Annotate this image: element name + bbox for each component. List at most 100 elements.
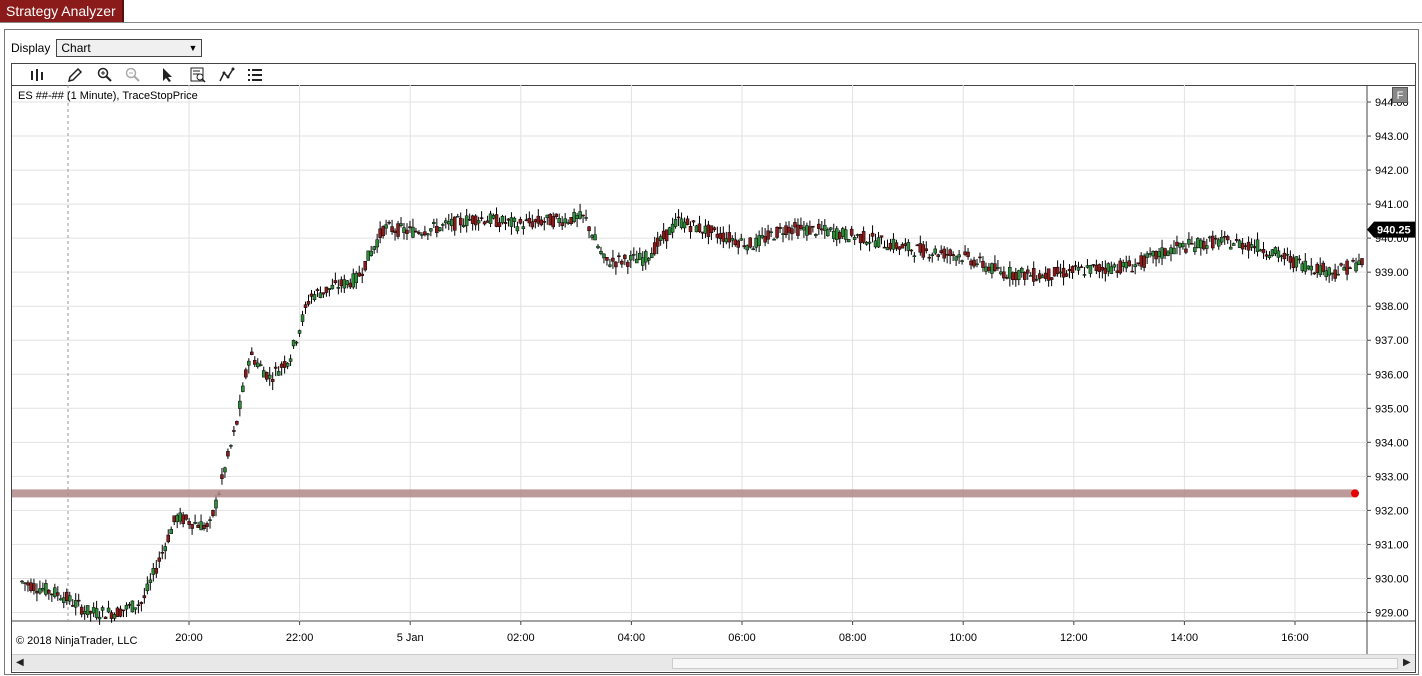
pencil-icon[interactable] [66, 66, 84, 83]
candle-body [1023, 272, 1027, 280]
candle-body [730, 238, 735, 241]
candle-body [724, 238, 729, 243]
candle-body [253, 360, 257, 365]
copyright-text: © 2018 NinjaTrader, LLC [16, 635, 138, 647]
candle-body [673, 219, 678, 227]
candle-body [479, 217, 484, 219]
candle-body [1100, 267, 1105, 271]
chart-title: ES ##-## (1 Minute), TraceStopPrice [18, 90, 198, 102]
candle-body [790, 228, 794, 235]
candle-body [121, 609, 126, 612]
candle-body [1061, 267, 1066, 278]
candle-body [1342, 267, 1346, 271]
candle-body [939, 250, 943, 253]
candle-body [745, 245, 749, 251]
candle-body [1276, 250, 1281, 258]
y-tick-label: 936.00 [1375, 369, 1409, 381]
candle-body [1115, 270, 1120, 273]
candle-body [232, 430, 236, 432]
y-tick-label: 942.00 [1375, 165, 1409, 177]
candle-body [455, 215, 460, 218]
data-box-icon[interactable] [189, 66, 207, 83]
zoom-in-icon[interactable] [96, 66, 114, 83]
candle-body [366, 250, 370, 261]
f-button[interactable]: F [1392, 87, 1408, 103]
candle-body [1011, 272, 1015, 280]
bar-chart-icon[interactable] [28, 66, 46, 83]
price-chart[interactable]: 944.00943.00942.00941.00940.00939.00938.… [12, 85, 1415, 654]
candle-body [450, 218, 454, 226]
candle-body [44, 583, 48, 595]
candle-body [29, 582, 33, 591]
candle-body [912, 255, 917, 258]
candle-body [554, 213, 558, 217]
scroll-right-icon[interactable]: ▶ [1403, 657, 1411, 668]
candle-body [1070, 266, 1075, 273]
candle-body [23, 582, 27, 585]
candle-body [288, 358, 293, 362]
candle-body [59, 598, 63, 601]
indicators-icon[interactable] [218, 66, 236, 83]
zoom-out-icon[interactable] [124, 66, 142, 83]
candle-body [1202, 241, 1206, 250]
candle-body [357, 272, 361, 277]
candle-body [1166, 251, 1170, 256]
candle-body [503, 222, 508, 224]
candle-body [38, 588, 42, 594]
candle-body [605, 257, 609, 261]
candle-body [273, 366, 278, 369]
x-tick-label: 06:00 [728, 632, 756, 644]
candle-body [360, 273, 364, 276]
candle-body [1154, 250, 1158, 260]
candle-body [667, 227, 672, 235]
scroll-left-icon[interactable]: ◀ [16, 657, 24, 668]
candle-body [706, 224, 711, 237]
candle-body [1258, 249, 1263, 252]
pointer-icon[interactable] [158, 66, 176, 83]
candle-body [1139, 255, 1143, 267]
candle-body [91, 607, 96, 614]
display-select[interactable]: Chart ▼ [56, 39, 203, 57]
candle-body [1312, 272, 1316, 275]
x-tick-label: 5 Jan [397, 632, 424, 644]
candle-body [509, 217, 514, 227]
candle-body [1190, 243, 1194, 245]
candle-body [593, 234, 597, 241]
candle-body [345, 280, 350, 285]
candle-body [1339, 263, 1343, 266]
properties-list-icon[interactable] [246, 66, 264, 83]
candle-body [1199, 239, 1203, 249]
candle-body [533, 219, 538, 223]
x-tick-label: 04:00 [618, 632, 646, 644]
display-label: Display [11, 41, 51, 55]
candle-body [488, 213, 493, 224]
candle-body [691, 220, 696, 223]
candle-body [420, 234, 424, 236]
candle-body [999, 271, 1003, 275]
candle-body [259, 364, 263, 366]
tab-strategy-analyzer[interactable]: Strategy Analyzer [0, 0, 124, 22]
candle-body [879, 235, 884, 238]
candle-body [602, 253, 606, 259]
scrollbar-thumb[interactable] [672, 658, 1398, 669]
candle-body [1270, 249, 1275, 256]
candle-body [834, 228, 839, 240]
candle-body [62, 597, 66, 603]
candle-body [282, 361, 287, 368]
candle-body [1208, 236, 1212, 239]
candle-body [154, 568, 159, 574]
candle-body [873, 240, 878, 248]
y-tick-label: 929.00 [1375, 607, 1409, 619]
horizontal-scrollbar[interactable]: ◀ ▶ [12, 654, 1415, 671]
candle-body [688, 226, 693, 233]
candle-body [1333, 269, 1337, 279]
candle-body [569, 217, 573, 224]
candle-body [1321, 262, 1325, 272]
candle-body [238, 400, 242, 409]
candle-body [548, 213, 552, 226]
candle-body [1124, 262, 1128, 269]
candle-body [1348, 267, 1352, 269]
candle-body [1240, 242, 1245, 250]
candle-body [53, 587, 57, 597]
candle-body [285, 362, 290, 367]
